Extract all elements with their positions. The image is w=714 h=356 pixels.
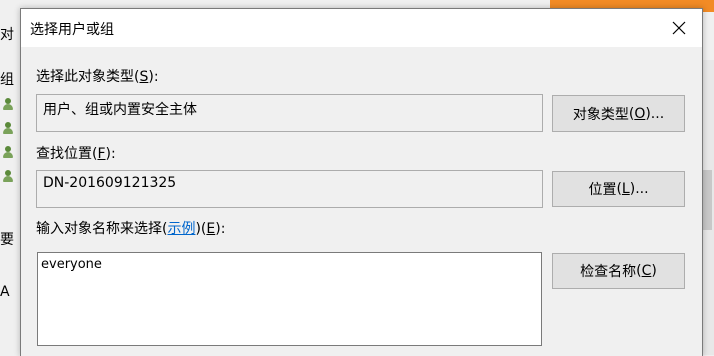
- object-names-label: 输入对象名称来选择(示例)(E):: [36, 221, 226, 237]
- check-names-button[interactable]: 检查名称(C): [552, 253, 685, 289]
- close-button[interactable]: [656, 9, 702, 47]
- select-users-dialog: 选择用户或组 选择此对象类型(S): 用户、组或内置安全主体 对象类型(O)..…: [20, 8, 703, 356]
- locations-button[interactable]: 位置(L)...: [552, 171, 685, 207]
- object-type-field: 用户、组或内置安全主体: [36, 94, 543, 132]
- close-icon: [672, 21, 686, 35]
- background-text-fragment: 组: [0, 72, 14, 88]
- background-scrollbar-thumb[interactable]: [702, 170, 712, 230]
- background-text-fragment: 对: [0, 27, 14, 43]
- user-icon: [3, 146, 13, 158]
- object-types-button[interactable]: 对象类型(O)...: [552, 95, 685, 132]
- location-label: 查找位置(F):: [36, 146, 116, 162]
- user-icon: [3, 98, 13, 110]
- examples-link[interactable]: 示例: [167, 221, 195, 237]
- location-field: DN-201609121325: [36, 170, 543, 208]
- object-names-input[interactable]: everyone: [37, 252, 542, 346]
- background-text-fragment: 要: [0, 232, 14, 248]
- user-icon: [3, 170, 13, 182]
- object-type-label: 选择此对象类型(S):: [36, 69, 159, 85]
- background-text-fragment: A: [0, 284, 10, 300]
- dialog-titlebar: 选择用户或组: [21, 9, 702, 47]
- user-icon: [3, 122, 13, 134]
- dialog-title: 选择用户或组: [30, 22, 114, 38]
